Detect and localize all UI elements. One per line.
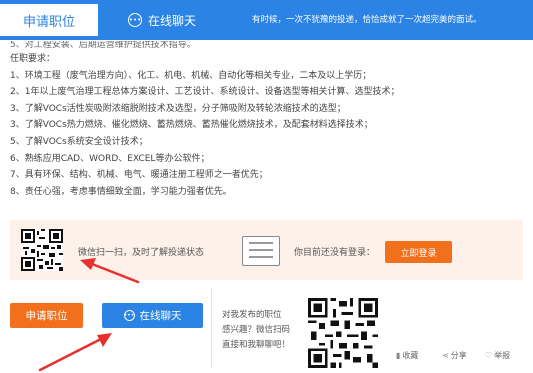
tab-online-chat[interactable]: ••• 在线聊天 xyxy=(128,9,196,31)
job-requirements: 5、对工程安装、后期运营维护提供技术指导。 任职要求： 1、环境工程（废气治理方… xyxy=(10,41,525,200)
tab-chat-label: 在线聊天 xyxy=(148,13,197,28)
online-chat-label: 在线聊天 xyxy=(139,310,182,322)
chat-bubble-icon: ••• xyxy=(123,310,135,321)
login-status-text: 你目前还没有登录： xyxy=(294,248,376,258)
vertical-divider xyxy=(211,288,212,368)
requirement-heading: 任职要求： xyxy=(10,54,56,64)
recruiter-qr-code xyxy=(308,298,378,368)
report-label: 举报 xyxy=(494,351,511,360)
wechat-promo-text: 对我发布的职位 感兴趣？微信扫码 直接和我聊聊吧！ xyxy=(222,308,290,353)
requirement-line: 5、对工程安装、后期运营维护提供技术指导。 xyxy=(10,41,196,50)
apply-position-button[interactable]: 申请职位 xyxy=(10,303,83,328)
login-now-label: 立即登录 xyxy=(400,248,437,259)
requirement-line: 5、了解VOCs系统安全设计技术； xyxy=(10,136,148,147)
share-icon: ⋖ xyxy=(442,351,449,360)
promo-line: 感兴趣？微信扫码 xyxy=(222,325,291,335)
requirement-line: 8、责任心强，考虑事情细致全面，学习能力强者优先。 xyxy=(10,186,232,197)
tab-apply-position[interactable]: 申请职位 xyxy=(0,4,98,36)
requirement-line: 3、了解VOCs活性炭吸附浓缩脱附技术及选型，分子筛吸附及转轮浓缩技术的选型； xyxy=(10,103,346,114)
top-bar: 申请职位 ••• 在线聊天 有时候，一次不犹豫的投递，恰恰成就了一次超完美的面试… xyxy=(0,0,533,40)
apply-position-label: 申请职位 xyxy=(25,310,68,322)
share-action[interactable]: ⋖ 分享 xyxy=(442,350,467,361)
tab-apply-label: 申请职位 xyxy=(22,14,75,30)
chat-bubble-icon: ••• xyxy=(128,13,142,27)
favorite-icon: ▮ xyxy=(396,351,401,360)
requirement-line: 2、1年以上废气治理工程总体方案设计、工艺设计、系统设计、设备选型等相关计算、选… xyxy=(10,87,400,98)
login-now-button[interactable]: 立即登录 xyxy=(385,241,452,263)
online-chat-button[interactable]: ••• 在线聊天 xyxy=(102,303,203,328)
report-icon: ♡ xyxy=(485,351,493,360)
requirement-line: 3、了解VOCs热力燃烧、催化燃烧、蓄热燃烧、蓄热催化燃烧技术，及配套材料选择技… xyxy=(10,120,373,131)
requirement-line: 6、熟练应用CAD、WORD、EXCEL等办公软件； xyxy=(10,153,210,164)
slogan-text: 有时候，一次不犹豫的投递，恰恰成就了一次超完美的面试。 xyxy=(252,15,482,25)
promo-line: 对我发布的职位 xyxy=(222,310,282,320)
qr-code-icon xyxy=(21,229,63,271)
promo-line: 直接和我聊聊吧！ xyxy=(222,340,291,350)
requirement-line: 1、环境工程（废气治理方向）、化工、机电、机械、自动化等相关专业，二本及以上学历… xyxy=(10,70,372,81)
favorite-action[interactable]: ▮ 收藏 xyxy=(396,350,418,361)
wechat-scan-panel: 微信扫一扫，及时了解投递状态 你目前还没有登录： 立即登录 xyxy=(10,220,523,280)
share-label: 分享 xyxy=(450,351,467,360)
scan-hint-text: 微信扫一扫，及时了解投递状态 xyxy=(78,248,205,258)
favorite-label: 收藏 xyxy=(402,351,419,360)
report-action[interactable]: ♡ 举报 xyxy=(485,350,510,361)
resume-document-icon xyxy=(242,236,280,266)
requirement-line: 7、具有环保、结构、机械、电气、暖通注册工程师之一者优先； xyxy=(10,170,268,181)
